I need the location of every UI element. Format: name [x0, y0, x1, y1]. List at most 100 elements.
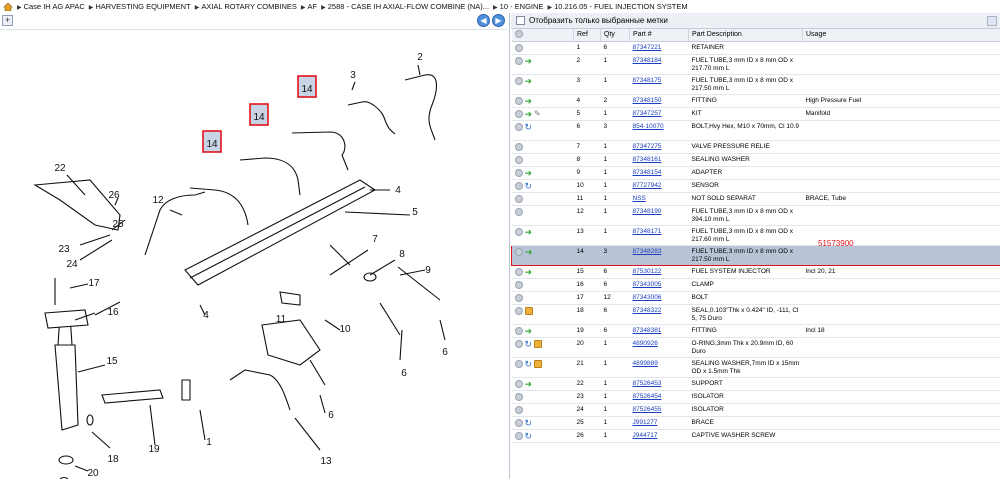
info-circle-icon[interactable]: [514, 43, 523, 52]
info-circle-icon[interactable]: [514, 207, 523, 216]
breadcrumb-item[interactable]: HARVESTING EQUIPMENT: [95, 2, 190, 11]
table-row[interactable]: ↻ 21 1 4899889 SEALING WASHER,7mm ID x 15mm …: [511, 357, 1000, 378]
info-circle-icon[interactable]: [514, 392, 523, 401]
info-circle-icon[interactable]: [514, 155, 523, 164]
part-number-link[interactable]: 87348184: [633, 57, 662, 64]
diagram-callout-24[interactable]: 24: [66, 259, 78, 270]
info-circle-icon[interactable]: [514, 168, 523, 177]
table-row[interactable]: 11 1 NSS NOT SOLD SEPARAT BRACE, Tube: [511, 192, 1000, 206]
breadcrumb-item[interactable]: 2588 - CASE IH AXIAL-FLOW COMBINE (NA)..…: [328, 2, 489, 11]
info-circle-icon[interactable]: [514, 405, 523, 414]
green-arrow-icon[interactable]: ➜: [525, 227, 533, 236]
blue-replace-icon[interactable]: ↻: [525, 122, 533, 131]
diagram-callout-3[interactable]: 3: [350, 70, 356, 81]
part-number-link[interactable]: 87347257: [633, 110, 662, 117]
table-row[interactable]: 16 6 87343005 CLAMP: [511, 278, 1000, 292]
table-row[interactable]: ➜ 3 1 87348175 FUEL TUBE,3 mm ID x 8 mm OD x…: [511, 74, 1000, 95]
diagram-callout-26[interactable]: 26: [108, 190, 120, 201]
header-icons[interactable]: [511, 29, 574, 42]
header-part-number[interactable]: Part #: [629, 29, 689, 42]
diagram-callout-5[interactable]: 5: [412, 207, 418, 218]
table-row[interactable]: 18 6 87348322 SEAL,0.103"Thk x 0.424" ID, -…: [511, 304, 1000, 325]
orange-box-icon[interactable]: [534, 339, 543, 348]
diagram-callout-13[interactable]: 13: [320, 456, 332, 467]
diagram-callout-14[interactable]: 14: [253, 112, 265, 123]
part-number-link[interactable]: 87526453: [633, 380, 662, 387]
diagram-callout-16[interactable]: 16: [107, 307, 119, 318]
part-number-link[interactable]: 87347221: [633, 44, 662, 51]
green-arrow-icon[interactable]: ➜: [525, 379, 533, 388]
green-arrow-icon[interactable]: ➜: [525, 76, 533, 85]
wrench-icon[interactable]: ✎: [534, 109, 541, 118]
diagram-callout-15[interactable]: 15: [106, 356, 118, 367]
info-circle-icon[interactable]: [514, 181, 523, 190]
table-row[interactable]: ➜ 4 2 87348150 FITTING High Pressure Fuel: [511, 94, 1000, 108]
next-button[interactable]: ▶: [492, 14, 505, 27]
part-number-link[interactable]: 87343006: [633, 294, 662, 301]
part-number-link[interactable]: 854-10070: [633, 123, 664, 130]
part-number-link[interactable]: 87347275: [633, 143, 662, 150]
info-circle-icon[interactable]: [514, 267, 523, 276]
breadcrumb-item[interactable]: AXIAL ROTARY COMBINES: [201, 2, 297, 11]
info-circle-icon[interactable]: [514, 109, 523, 118]
part-number-link[interactable]: 87348161: [633, 156, 662, 163]
breadcrumb-item[interactable]: AF: [308, 2, 318, 11]
table-row[interactable]: ↻ 20 1 4890926 O-RING,3mm Thk x 20.9mm ID, 6…: [511, 337, 1000, 358]
part-number-link[interactable]: 87343005: [633, 281, 662, 288]
part-number-link[interactable]: 87348190: [633, 208, 662, 215]
info-circle-icon[interactable]: [514, 56, 523, 65]
info-circle-icon[interactable]: [514, 227, 523, 236]
part-number-link[interactable]: 87348381: [633, 327, 662, 334]
table-row[interactable]: ➜ 14 3 87348283 FUEL TUBE,3 mm ID x 8 mm OD …: [511, 244, 1000, 266]
part-number-link[interactable]: 4890926: [633, 340, 658, 347]
part-number-link[interactable]: 87348171: [633, 228, 662, 235]
table-row[interactable]: ➜ 15 6 87530122 FUEL SYSTEM INJECTOR Incl 20,…: [511, 265, 1000, 279]
table-row[interactable]: ↻ 26 1 J944717 CAPTIVE WASHER SCREW: [511, 429, 1000, 443]
table-row[interactable]: ➜ 2 1 87348184 FUEL TUBE,3 mm ID x 8 mm OD x…: [511, 54, 1000, 75]
green-arrow-icon[interactable]: ➜: [525, 56, 533, 65]
table-row[interactable]: ➜ 19 6 87348381 FITTING Incl 18: [511, 324, 1000, 338]
part-number-link[interactable]: 87530122: [633, 268, 662, 275]
part-number-link[interactable]: 87727942: [633, 182, 662, 189]
diagram-callout-17[interactable]: 17: [88, 278, 100, 289]
diagram-callout-6[interactable]: 6: [442, 347, 448, 358]
diagram-callout-6[interactable]: 6: [401, 368, 407, 379]
diagram-callout-8[interactable]: 8: [399, 249, 405, 260]
green-arrow-icon[interactable]: ➜: [525, 247, 533, 256]
diagram-callout-23[interactable]: 23: [58, 244, 70, 255]
breadcrumb-item[interactable]: Case IH AG APAC: [24, 2, 85, 11]
diagram-callout-9[interactable]: 9: [425, 265, 431, 276]
table-row[interactable]: ↻ 25 1 J991277 BRACE: [511, 416, 1000, 430]
table-row[interactable]: 17 12 87343006 BOLT: [511, 291, 1000, 305]
diagram-callout-11[interactable]: 11: [276, 314, 287, 325]
table-row[interactable]: 24 1 87526455 ISOLATOR: [511, 403, 1000, 417]
diagram-callout-14[interactable]: 14: [301, 84, 313, 95]
diagram-callout-4[interactable]: 4: [203, 310, 209, 321]
blue-replace-icon[interactable]: ↻: [525, 339, 533, 348]
exploded-parts-diagram[interactable]: 2314141422262523241245789617161511104662…: [0, 30, 510, 479]
previous-button[interactable]: ◀: [477, 14, 490, 27]
table-row[interactable]: 12 1 87348190 FUEL TUBE,3 mm ID x 8 mm OD x…: [511, 205, 1000, 226]
green-arrow-icon[interactable]: ➜: [525, 96, 533, 105]
info-circle-icon[interactable]: [514, 96, 523, 105]
breadcrumb-item[interactable]: 10.216.05 - FUEL INJECTION SYSTEM: [554, 2, 688, 11]
table-row[interactable]: 23 1 87526454 ISOLATOR: [511, 390, 1000, 404]
blue-replace-icon[interactable]: ↻: [525, 431, 533, 440]
diagram-callout-14[interactable]: 14: [206, 139, 218, 150]
table-row[interactable]: ➜ 13 1 87348171 FUEL TUBE,3 mm ID x 8 mm OD …: [511, 225, 1000, 246]
orange-box-icon[interactable]: [524, 306, 533, 315]
blue-replace-icon[interactable]: ↻: [525, 181, 533, 190]
diagram-callout-18[interactable]: 18: [107, 454, 119, 465]
diagram-callout-12[interactable]: 12: [152, 195, 164, 206]
panel-menu-button[interactable]: [987, 16, 997, 26]
diagram-callout-20[interactable]: 20: [87, 468, 99, 479]
orange-box-icon[interactable]: [534, 359, 543, 368]
header-qty[interactable]: Qty: [600, 29, 630, 42]
header-ref[interactable]: Ref: [573, 29, 601, 42]
part-number-link[interactable]: 87348175: [633, 77, 662, 84]
info-circle-icon[interactable]: [514, 431, 523, 440]
expand-button[interactable]: +: [2, 15, 13, 26]
breadcrumb-item[interactable]: 10 - ENGINE: [500, 2, 544, 11]
table-row[interactable]: 8 1 87348161 SEALING WASHER: [511, 153, 1000, 167]
diagram-callout-4[interactable]: 4: [395, 185, 401, 196]
